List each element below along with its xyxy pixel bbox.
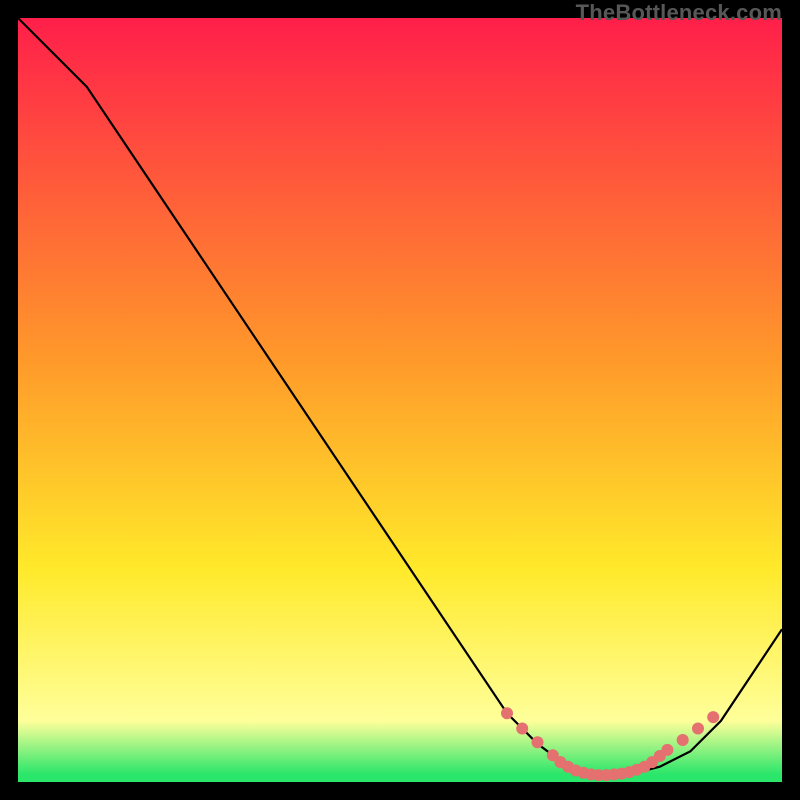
curve-layer [18, 18, 782, 782]
highlight-dot [516, 723, 528, 735]
highlight-dot [692, 723, 704, 735]
highlight-dot [501, 707, 513, 719]
highlight-dot [661, 744, 673, 756]
bottleneck-curve [18, 18, 782, 774]
highlight-dot [707, 711, 719, 723]
highlight-dots [501, 707, 719, 781]
highlight-dot [677, 734, 689, 746]
chart-stage: TheBottleneck.com [0, 0, 800, 800]
highlight-dot [532, 736, 544, 748]
